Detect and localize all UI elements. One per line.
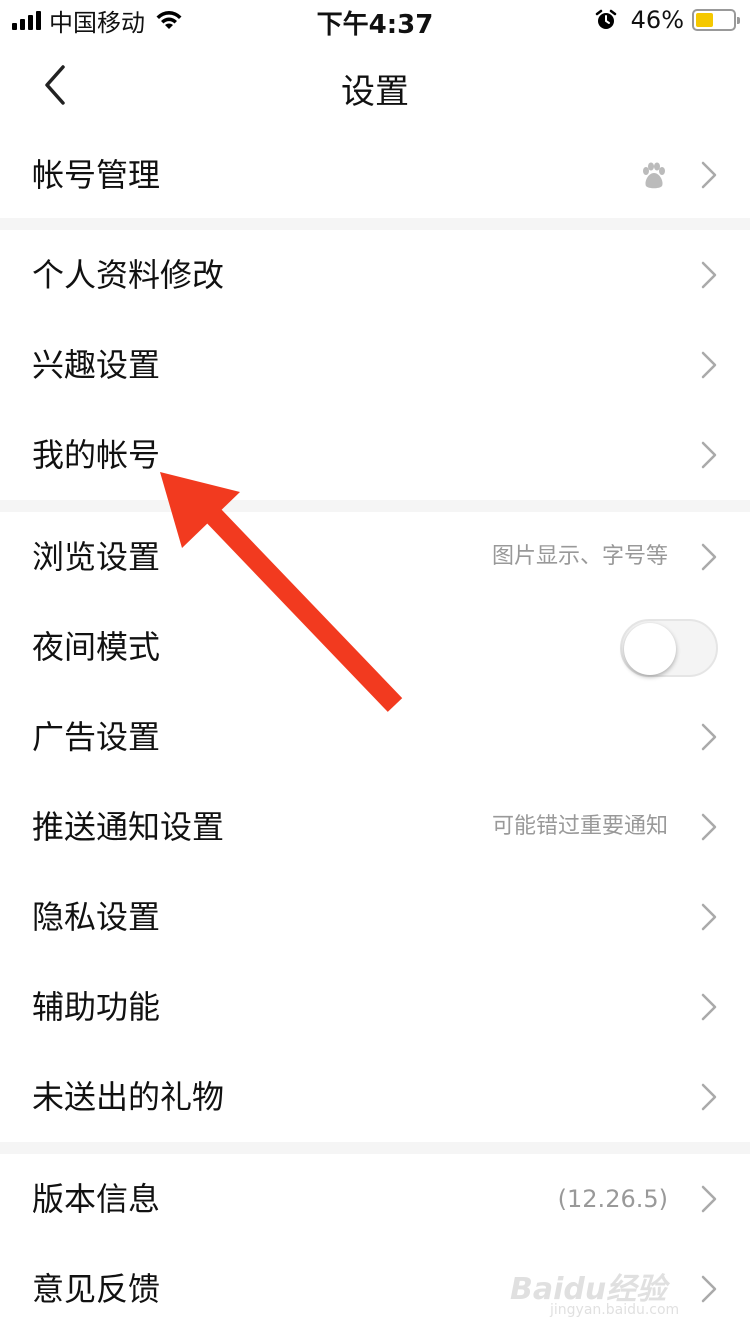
chevron-right-icon bbox=[701, 1083, 717, 1111]
row-account-management[interactable]: 帐号管理 bbox=[0, 130, 750, 220]
row-accessibility[interactable]: 辅助功能 bbox=[0, 962, 750, 1052]
row-push-settings[interactable]: 推送通知设置 可能错过重要通知 bbox=[0, 782, 750, 872]
row-label: 广告设置 bbox=[32, 718, 161, 756]
alarm-icon bbox=[595, 9, 616, 29]
row-label: 帐号管理 bbox=[32, 156, 161, 194]
row-ad-settings[interactable]: 广告设置 bbox=[0, 692, 750, 782]
section-divider bbox=[0, 1142, 750, 1154]
row-unsent-gifts[interactable]: 未送出的礼物 bbox=[0, 1052, 750, 1142]
row-hint: 图片显示、字号等 bbox=[491, 544, 668, 569]
chevron-right-icon bbox=[701, 161, 717, 189]
row-label: 版本信息 bbox=[32, 1180, 161, 1218]
row-label: 未送出的礼物 bbox=[32, 1078, 225, 1116]
row-label: 隐私设置 bbox=[32, 898, 161, 936]
toggle-knob bbox=[624, 623, 676, 675]
row-version-info[interactable]: 版本信息 (12.26.5) bbox=[0, 1154, 750, 1244]
chevron-right-icon bbox=[701, 261, 717, 289]
chevron-right-icon bbox=[701, 723, 717, 751]
row-interest-settings[interactable]: 兴趣设置 bbox=[0, 320, 750, 410]
chevron-right-icon bbox=[701, 1185, 717, 1213]
chevron-right-icon bbox=[701, 543, 717, 571]
row-label: 兴趣设置 bbox=[32, 346, 161, 384]
status-bar: 中国移动 下午4:37 46% bbox=[0, 0, 750, 40]
nav-bar: 设置 bbox=[0, 40, 750, 130]
row-label: 推送通知设置 bbox=[32, 808, 225, 846]
battery-icon bbox=[692, 9, 740, 31]
row-label: 夜间模式 bbox=[32, 628, 161, 666]
row-privacy-settings[interactable]: 隐私设置 bbox=[0, 872, 750, 962]
section-divider bbox=[0, 218, 750, 230]
version-number: (12.26.5) bbox=[557, 1185, 668, 1213]
baidu-watermark: Baidu经验 jingyan.baidu.com bbox=[510, 1262, 710, 1322]
chevron-right-icon bbox=[701, 441, 717, 469]
night-mode-toggle[interactable] bbox=[620, 619, 718, 677]
row-label: 意见反馈 bbox=[32, 1270, 161, 1308]
chevron-right-icon bbox=[701, 351, 717, 379]
row-browse-settings[interactable]: 浏览设置 图片显示、字号等 bbox=[0, 512, 750, 602]
row-label: 浏览设置 bbox=[32, 538, 161, 576]
row-hint: 可能错过重要通知 bbox=[491, 814, 668, 839]
baidu-paw-icon bbox=[643, 162, 665, 189]
status-right: 46% bbox=[595, 6, 740, 34]
row-my-account[interactable]: 我的帐号 bbox=[0, 410, 750, 500]
row-label: 个人资料修改 bbox=[32, 256, 225, 294]
row-night-mode: 夜间模式 bbox=[0, 602, 750, 692]
watermark-url: jingyan.baidu.com bbox=[550, 1302, 680, 1318]
row-label: 辅助功能 bbox=[32, 988, 161, 1026]
chevron-right-icon bbox=[701, 993, 717, 1021]
battery-fill bbox=[696, 13, 713, 27]
page-title: 设置 bbox=[341, 72, 409, 112]
row-label: 我的帐号 bbox=[32, 436, 161, 474]
chevron-right-icon bbox=[701, 813, 717, 841]
chevron-right-icon bbox=[701, 903, 717, 931]
row-profile-edit[interactable]: 个人资料修改 bbox=[0, 230, 750, 320]
section-divider bbox=[0, 500, 750, 512]
battery-percent: 46% bbox=[630, 6, 684, 34]
